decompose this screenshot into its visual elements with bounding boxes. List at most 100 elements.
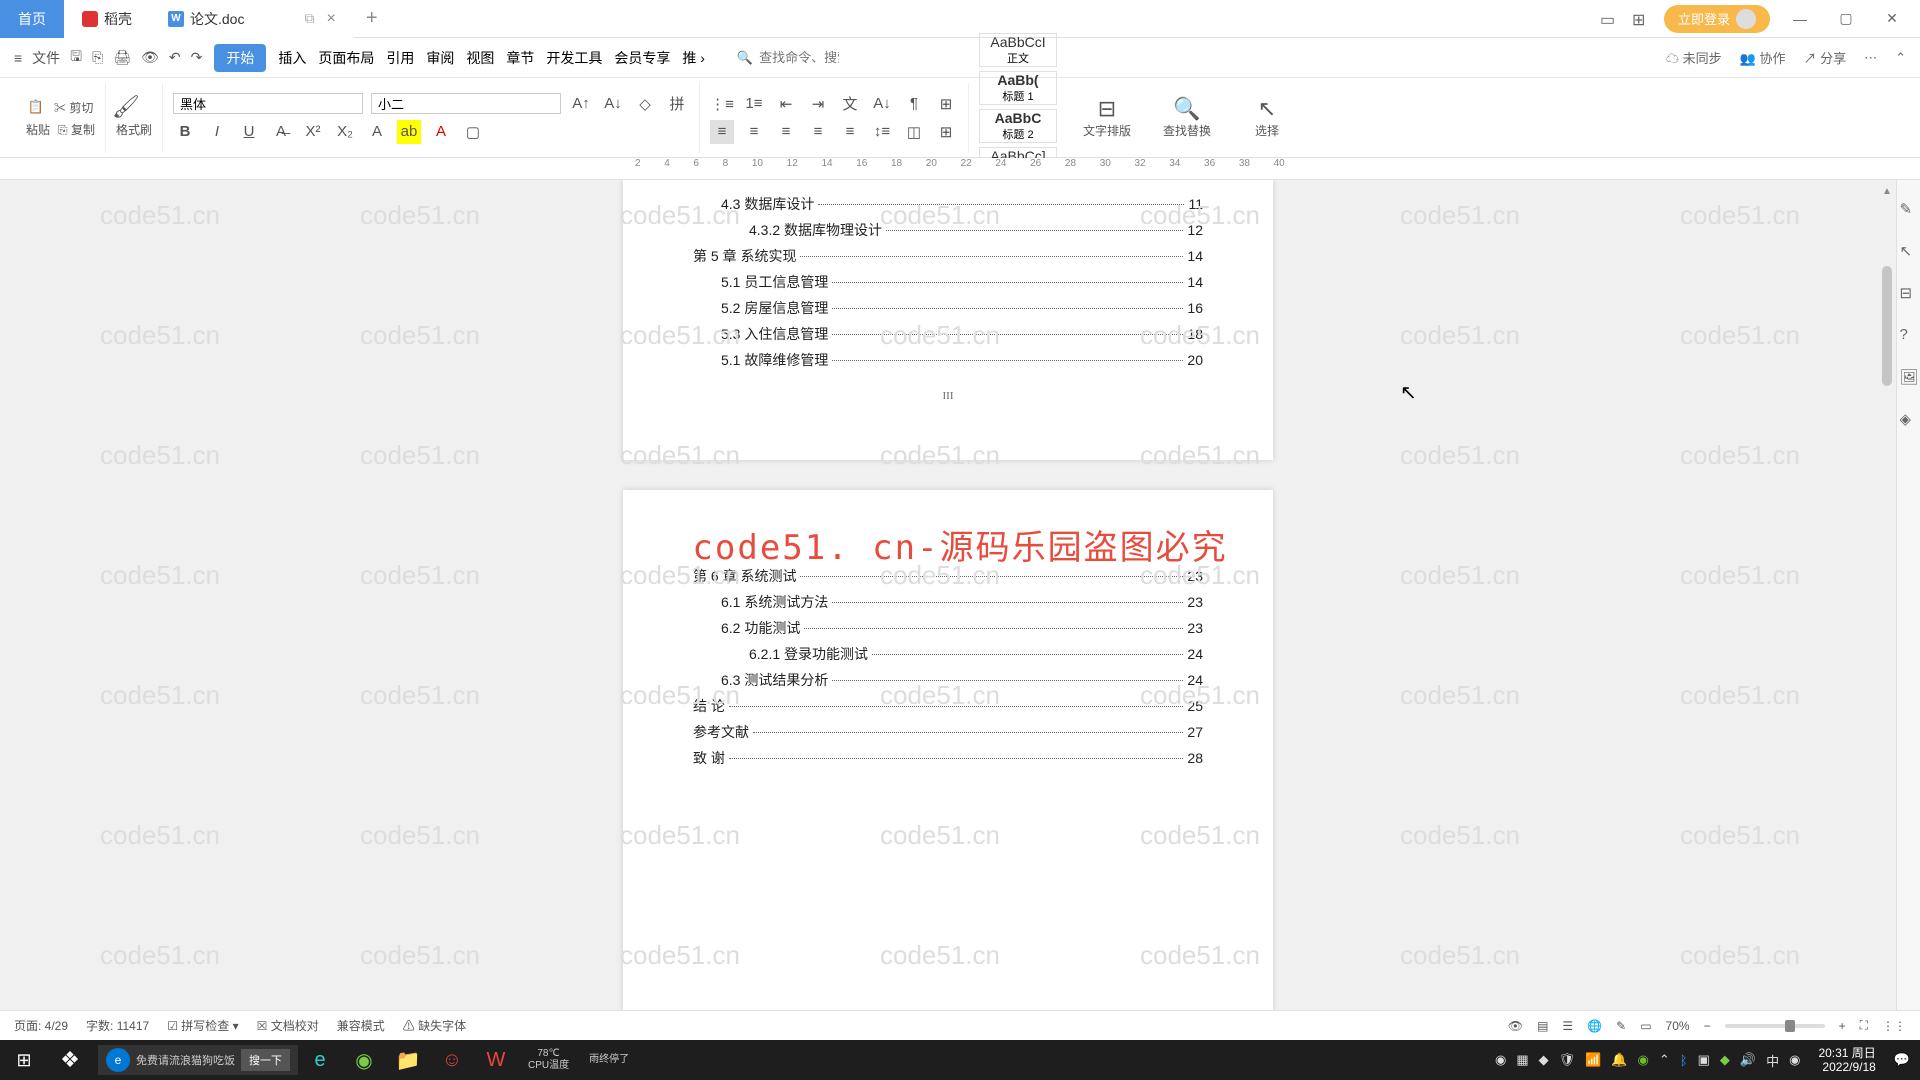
toc-entry[interactable]: 致 谢28 [693,748,1203,768]
zoom-value[interactable]: 70% [1666,1019,1690,1033]
clear-format-icon[interactable]: ◇ [633,92,657,116]
style-normal[interactable]: AaBbCcI正文 [979,33,1057,67]
menu-view[interactable]: 视图 [466,48,494,68]
new-tab-button[interactable]: + [354,7,390,30]
tab-daoqiao[interactable]: 稻壳 [64,0,150,38]
hamburger-icon[interactable]: ≡ [14,50,22,66]
compat-mode[interactable]: 兼容模式 [337,1017,385,1034]
taskbar-app1-icon[interactable]: ☺ [430,1040,474,1080]
text-layout-button[interactable]: ⊟文字排版 [1077,96,1137,139]
layout-icon[interactable]: ▭ [1600,10,1618,28]
line-spacing-icon[interactable]: ↕≡ [870,120,894,144]
taskbar-ie-icon[interactable]: e [298,1040,342,1080]
tray-ime-icon[interactable]: 中 [1766,1051,1779,1070]
increase-indent-icon[interactable]: ⇥ [806,92,830,116]
zoom-fit-icon[interactable]: ▭ [1640,1019,1651,1033]
toc-entry[interactable]: 结 论25 [693,696,1203,716]
redo-icon[interactable]: ↷ [191,49,203,66]
taskbar-temp[interactable]: 78℃ CPU温度 [518,1048,579,1072]
more-icon[interactable]: ⋯ [1864,50,1877,66]
ruler[interactable]: 246810121416182022242628303234363840 [0,158,1920,180]
print-icon[interactable]: 🖨 [113,49,131,66]
taskbar-search-button[interactable]: 搜一下 [241,1049,290,1071]
bullet-list-icon[interactable]: ⋮≡ [710,92,734,116]
taskbar-search[interactable]: e 免费请流浪猫狗吃饭 搜一下 [98,1045,298,1075]
document-page-1[interactable]: 4.3 数据库设计114.3.2 数据库物理设计12第 5 章 系统实现145.… [623,180,1273,460]
tray-icon-1[interactable]: ◉ [1495,1052,1506,1068]
zoom-out-icon[interactable]: − [1704,1019,1711,1033]
page-indicator[interactable]: 页面: 4/29 [14,1017,68,1034]
menu-page-layout[interactable]: 页面布局 [318,48,374,68]
word-count[interactable]: 字数: 11417 [86,1017,149,1034]
border-icon[interactable]: ⊞ [934,120,958,144]
login-button[interactable]: 立即登录 [1664,5,1770,33]
style-heading1[interactable]: AaBb(标题 1 [979,71,1057,105]
taskbar-clock[interactable]: 20:31 周日 2022/9/18 [1810,1046,1883,1075]
tray-nvidia-icon[interactable]: ◉ [1638,1052,1649,1068]
tray-icon-6[interactable]: ◉ [1789,1052,1800,1068]
toc-entry[interactable]: 4.3.2 数据库物理设计12 [693,220,1203,240]
superscript-button[interactable]: X² [301,120,325,144]
view-page-icon[interactable]: ▤ [1537,1019,1548,1033]
missing-font[interactable]: ⚠ 缺失字体 [403,1017,466,1034]
window-close-button[interactable]: ✕ [1876,10,1908,27]
tray-volume-icon[interactable]: 🔊 [1740,1052,1756,1068]
tray-icon-4[interactable]: ▣ [1698,1052,1710,1068]
menu-start[interactable]: 开始 [214,44,266,72]
taskbar-browser-icon[interactable]: ◉ [342,1040,386,1080]
window-maximize-button[interactable]: ▢ [1830,10,1862,27]
tray-icon-3[interactable]: ◆ [1539,1052,1549,1068]
paste-icon[interactable]: 📋 [26,97,46,117]
align-center-icon[interactable]: ≡ [742,120,766,144]
toc-entry[interactable]: 第 6 章 系统测试23 [693,566,1203,586]
text-effect-icon[interactable]: A [365,120,389,144]
decrease-indent-icon[interactable]: ⇤ [774,92,798,116]
zoom-slider[interactable] [1725,1024,1825,1028]
spellcheck-button[interactable]: ☑ 拼写检查 ▾ [167,1017,238,1034]
tray-icon-2[interactable]: ▦ [1516,1052,1528,1068]
pointer-icon[interactable]: ↖ [1900,242,1918,260]
start-button[interactable]: ⊞ [0,1050,48,1071]
vertical-scrollbar[interactable]: ▲ ▼ [1880,186,1894,1034]
distribute-icon[interactable]: ≡ [838,120,862,144]
tab-external-icon[interactable]: ⧉ [304,10,314,27]
menu-chapter[interactable]: 章节 [506,48,534,68]
tray-bell-icon[interactable]: 🔔 [1611,1052,1627,1068]
tray-icon-5[interactable]: ◆ [1720,1052,1730,1068]
proofread-button[interactable]: ☒ 文档校对 [257,1017,319,1034]
grid-icon[interactable]: ⊞ [1632,10,1650,28]
sort-icon[interactable]: A↓ [870,92,894,116]
menu-more[interactable]: 推 › [682,48,705,68]
tab-document[interactable]: W 论文.doc ⧉ × [150,0,354,38]
tray-bluetooth-icon[interactable]: ᛒ [1680,1053,1688,1068]
toc-entry[interactable]: 6.1 系统测试方法23 [693,592,1203,612]
diamond-icon[interactable]: ◈ [1900,410,1918,428]
find-replace-button[interactable]: 🔍查找替换 [1157,96,1217,139]
cut-button[interactable]: ✂ 剪切 [54,99,93,116]
menu-insert[interactable]: 插入 [278,48,306,68]
align-right-icon[interactable]: ≡ [774,120,798,144]
font-size-select[interactable] [371,93,561,114]
taskbar-wps-icon[interactable]: W [474,1040,518,1080]
phonetic-icon[interactable]: 拼 [665,92,689,116]
preview-icon[interactable]: 👁 [141,49,159,66]
decrease-font-icon[interactable]: A↓ [601,92,625,116]
window-minimize-button[interactable]: — [1784,11,1816,27]
help-icon[interactable]: ? [1900,326,1918,344]
strike-button[interactable]: A̶ [269,120,293,144]
more-status-icon[interactable]: ⋮⋮ [1882,1019,1906,1033]
export-icon[interactable]: ⎘ [92,49,103,66]
settings-slider-icon[interactable]: ⊟ [1900,284,1918,302]
sync-status[interactable]: ☁ 未同步 [1666,48,1722,67]
show-marks-icon[interactable]: ¶ [902,92,926,116]
toc-entry[interactable]: 6.2 功能测试23 [693,618,1203,638]
view-web-icon[interactable]: 🌐 [1587,1019,1602,1033]
tabs-icon[interactable]: ⊞ [934,92,958,116]
fullscreen-icon[interactable]: ⛶ [1860,1018,1868,1033]
pen-icon[interactable]: ✎ [1900,200,1918,218]
tray-notification-icon[interactable]: 💬 [1894,1052,1910,1068]
font-name-select[interactable] [173,93,363,114]
subscript-button[interactable]: X₂ [333,120,357,144]
number-list-icon[interactable]: 1≡ [742,92,766,116]
font-color-icon[interactable]: A [429,120,453,144]
